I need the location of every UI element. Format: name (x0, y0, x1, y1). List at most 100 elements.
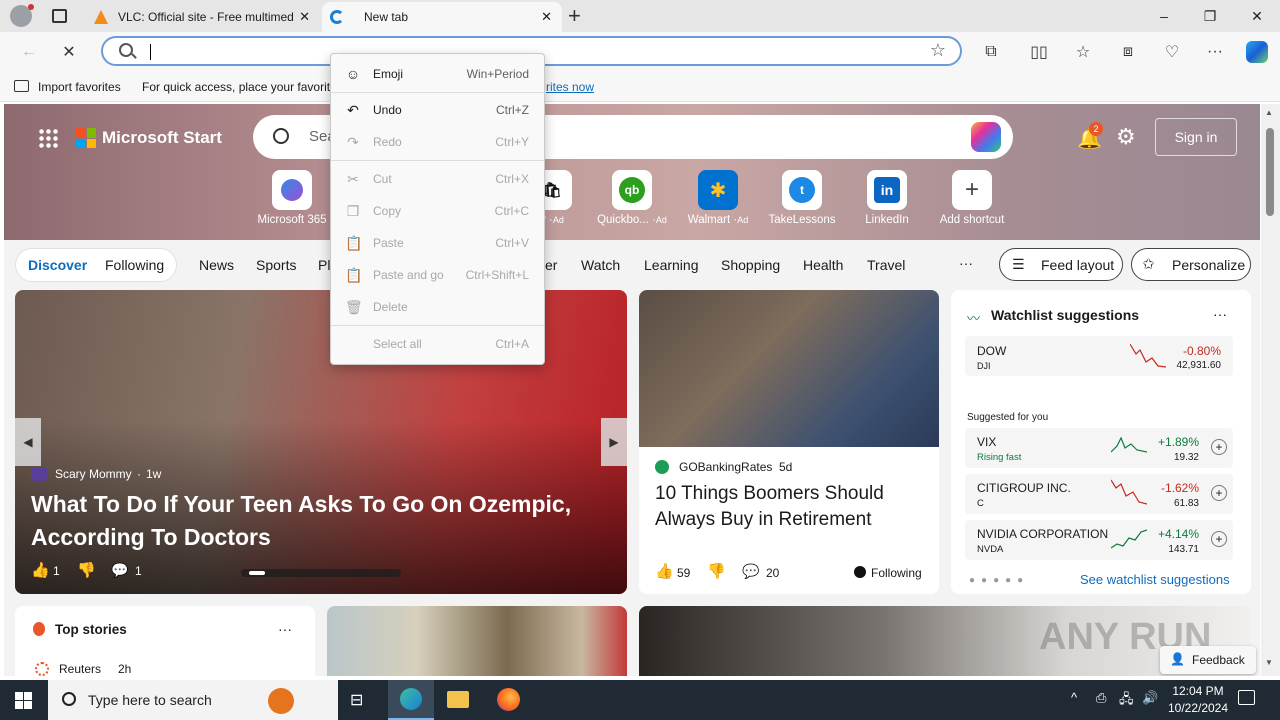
clock-time[interactable]: 12:04 PM (1170, 684, 1226, 698)
graffiti-story-card[interactable] (327, 606, 627, 676)
menu-item-delete[interactable]: 🗑 Delete (331, 293, 544, 321)
like-icon[interactable]: 👍 (31, 561, 50, 579)
back-button[interactable]: ← (14, 38, 44, 66)
nav-more-button[interactable]: ··· (959, 255, 973, 271)
tab-close-icon[interactable]: ✕ (541, 9, 552, 25)
app-launcher-icon[interactable] (38, 128, 58, 148)
tab-vlc[interactable]: VLC: Official site - Free multimed ✕ (86, 2, 320, 32)
dow-row[interactable]: DOW DJI -0.80% 42,931.60 (965, 336, 1233, 376)
menu-item-paste[interactable]: 📋 Paste Ctrl+V (331, 229, 544, 257)
dislike-icon[interactable]: 👎 (77, 561, 96, 579)
volume-icon[interactable]: 🔊 (1142, 690, 1158, 706)
nav-travel[interactable]: Travel (867, 257, 905, 273)
firefox-icon[interactable] (497, 688, 520, 711)
edge-taskbar-icon[interactable] (388, 680, 434, 720)
collections-icon[interactable]: ⧈ (1113, 38, 1143, 66)
carousel-indicator[interactable] (241, 569, 401, 577)
notification-center-icon[interactable] (1238, 690, 1255, 705)
file-explorer-icon[interactable] (447, 691, 469, 708)
stock-row-nvidia[interactable]: NVIDIA CORPORATION NVDA +4.14% 143.71 + (965, 520, 1233, 560)
tab-close-icon[interactable]: ✕ (299, 9, 310, 25)
copilot-icon[interactable] (971, 122, 1001, 152)
maximize-button[interactable]: ❐ (1187, 0, 1233, 32)
browser-essentials-icon[interactable]: ♡ (1157, 38, 1187, 66)
network-icon[interactable]: 🖧 (1119, 690, 1134, 712)
start-button[interactable] (0, 680, 48, 720)
taskbar-search-box[interactable]: Type here to search (48, 680, 338, 720)
see-watchlist-link[interactable]: See watchlist suggestions (1080, 572, 1230, 587)
nav-watch[interactable]: Watch (581, 257, 620, 273)
nav-health[interactable]: Health (803, 257, 843, 273)
scroll-thumb[interactable] (1266, 128, 1274, 216)
import-favorites-link[interactable]: Import favorites (38, 80, 121, 94)
tab-new-tab[interactable]: New tab ✕ (322, 2, 562, 32)
stock-row-citigroup[interactable]: CITIGROUP INC. C -1.62% 61.83 + (965, 474, 1233, 514)
nav-other[interactable]: er (545, 257, 557, 273)
tray-chevron-icon[interactable]: ^ (1071, 690, 1077, 705)
story-title[interactable]: 10 Things Boomers Should Always Buy in R… (655, 481, 925, 533)
nav-shopping[interactable]: Shopping (721, 257, 780, 273)
feed-layout-button[interactable]: ☰ Feed layout (999, 248, 1123, 281)
feedback-button[interactable]: 👤 Feedback (1160, 646, 1256, 674)
next-arrow-button[interactable]: ▶ (601, 418, 627, 466)
menu-item-paste-and-go[interactable]: 📋 Paste and go Ctrl+Shift+L (331, 261, 544, 289)
dislike-icon[interactable]: 👎 (707, 562, 726, 580)
minimize-button[interactable]: – (1141, 0, 1187, 32)
stop-loading-button[interactable]: ✕ (54, 38, 84, 66)
add-shortcut-button[interactable]: + Add shortcut (934, 170, 1010, 226)
tab-actions-icon[interactable] (52, 9, 67, 23)
following-label[interactable]: Following (871, 566, 922, 580)
close-window-button[interactable]: ✕ (1234, 0, 1280, 32)
side-story-card[interactable]: GOBankingRates 5d 10 Things Boomers Shou… (639, 290, 939, 594)
page-scrollbar[interactable]: ▲ ▼ (1261, 104, 1280, 676)
add-to-watchlist-button[interactable]: + (1211, 531, 1227, 547)
top-stories-more-button[interactable]: ··· (278, 621, 292, 637)
like-icon[interactable]: 👍 (655, 562, 674, 580)
menu-item-copy[interactable]: ❐ Copy Ctrl+C (331, 197, 544, 225)
shortcut-linkedin[interactable]: in LinkedIn (849, 170, 925, 226)
menu-item-cut[interactable]: ✂ Cut Ctrl+X (331, 165, 544, 193)
nav-news[interactable]: News (199, 257, 234, 273)
story-source[interactable]: Scary Mommy (55, 467, 132, 481)
top-stories-title[interactable]: Top stories (55, 622, 127, 637)
new-tab-button[interactable]: + (568, 3, 581, 29)
comment-icon[interactable]: 💬 (111, 562, 128, 579)
scroll-up-arrow[interactable]: ▲ (1265, 108, 1273, 117)
shortcut-microsoft365[interactable]: Microsoft 365 (254, 170, 330, 226)
favorites-icon[interactable]: ☆ (1068, 38, 1098, 66)
split-screen-icon[interactable]: ▯▯ (1024, 38, 1054, 66)
tab-following[interactable]: Following (105, 257, 164, 273)
personalize-button[interactable]: ✩ Personalize (1131, 248, 1251, 281)
story-source[interactable]: GOBankingRates (679, 460, 772, 474)
watchlist-pager[interactable]: ●●●●● (969, 575, 1029, 586)
watchlist-more-button[interactable]: ··· (1213, 306, 1227, 322)
sign-in-button[interactable]: Sign in (1155, 118, 1237, 156)
tab-discover[interactable]: Discover (28, 257, 87, 273)
add-to-watchlist-button[interactable]: + (1211, 485, 1227, 501)
add-to-watchlist-button[interactable]: + (1211, 439, 1227, 455)
story-title[interactable]: What To Do If Your Teen Asks To Go On Oz… (31, 488, 591, 554)
brand-title[interactable]: Microsoft Start (102, 128, 222, 148)
settings-more-icon[interactable]: ··· (1200, 38, 1230, 66)
menu-item-select-all[interactable]: Select all Ctrl+A (331, 330, 544, 358)
manage-favorites-link[interactable]: rites now (546, 80, 594, 94)
shortcut-walmart[interactable]: ✱ Walmart ·Ad (680, 170, 756, 226)
nav-sports[interactable]: Sports (256, 257, 296, 273)
tray-device-icon[interactable]: ⎙ (1096, 690, 1106, 706)
favorite-star-icon[interactable]: ☆ (930, 40, 946, 61)
copilot-icon[interactable] (1242, 38, 1272, 66)
watchlist-title[interactable]: Watchlist suggestions (991, 307, 1139, 323)
settings-gear-icon[interactable]: ⚙ (1116, 124, 1136, 150)
menu-item-undo[interactable]: ↶ Undo Ctrl+Z (331, 96, 544, 124)
clock-date[interactable]: 10/22/2024 (1166, 701, 1230, 715)
task-view-icon[interactable]: ⊟ (350, 690, 363, 710)
comment-icon[interactable]: 💬 (742, 563, 759, 580)
extensions-icon[interactable]: ⧉ (976, 38, 1006, 66)
shortcut-takelessons[interactable]: t TakeLessons (764, 170, 840, 226)
scroll-down-arrow[interactable]: ▼ (1265, 658, 1273, 667)
prev-arrow-button[interactable]: ◀ (15, 418, 41, 466)
nav-play[interactable]: Pl (318, 257, 330, 273)
story-source[interactable]: Reuters (59, 662, 101, 676)
menu-item-redo[interactable]: ↷ Redo Ctrl+Y (331, 128, 544, 156)
stock-row-vix[interactable]: VIX Rising fast +1.89% 19.32 + (965, 428, 1233, 468)
